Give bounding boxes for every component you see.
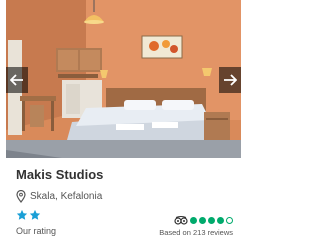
previous-photo-button[interactable] (6, 67, 28, 93)
map-pin-icon (16, 189, 26, 203)
hotel-location: Skala, Kefalonia (16, 189, 102, 203)
tripadvisor-rating (174, 216, 233, 225)
tripadvisor-owl-icon (174, 216, 188, 225)
arrow-right-icon (224, 74, 237, 86)
room-image (6, 0, 241, 158)
review-count[interactable]: Based on 213 reviews (159, 228, 233, 237)
hotel-card[interactable]: Makis Studios Skala, Kefalonia Our ratin… (6, 0, 241, 240)
rating-bubble-filled (217, 217, 224, 224)
next-photo-button[interactable] (219, 67, 241, 93)
star-rating (16, 209, 41, 221)
star-icon (16, 209, 28, 220)
star-icon (29, 209, 41, 220)
our-rating-label: Our rating (16, 226, 57, 236)
location-text: Skala, Kefalonia (30, 190, 103, 202)
rating-bubble-filled (190, 217, 197, 224)
arrow-left-icon (10, 74, 23, 86)
hotel-name[interactable]: Makis Studios (16, 167, 103, 182)
hotel-photo[interactable] (6, 0, 241, 158)
rating-bubble-filled (208, 217, 215, 224)
rating-bubble-empty (226, 217, 233, 224)
rating-bubble-filled (199, 217, 206, 224)
